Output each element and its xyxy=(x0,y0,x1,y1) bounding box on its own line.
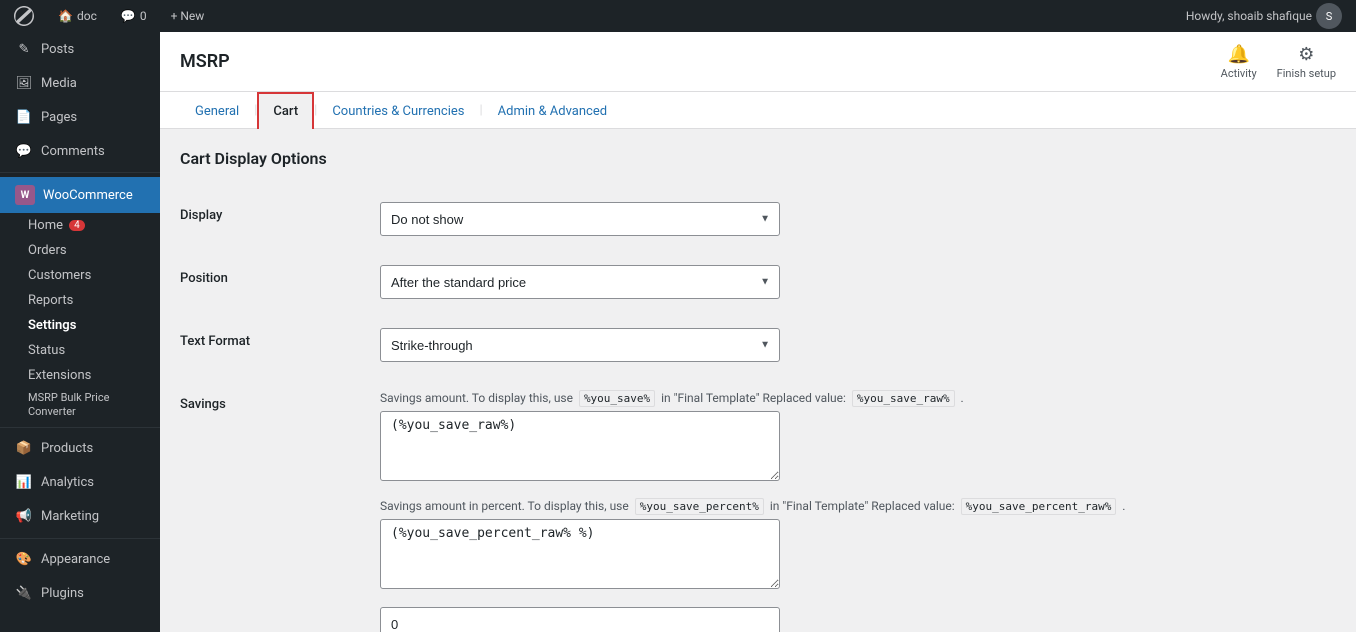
sidebar-divider-3 xyxy=(0,538,160,539)
display-field: Do not show Show Show if different ▼ xyxy=(380,202,1336,236)
position-select-wrapper: After the standard price Before the stan… xyxy=(380,265,780,299)
comments-icon: 💬 xyxy=(15,142,33,160)
text-format-select[interactable]: Strike-through Plain text Custom xyxy=(380,328,780,362)
tab-general[interactable]: General xyxy=(180,93,254,129)
display-select[interactable]: Do not show Show Show if different xyxy=(380,202,780,236)
page-title: MSRP xyxy=(180,51,230,72)
savings-textarea-2[interactable]: (%you_save_percent_raw% %) xyxy=(380,519,780,589)
appearance-icon: 🎨 xyxy=(15,551,33,569)
sidebar-item-media[interactable]: 🖼 Media xyxy=(0,66,160,100)
admin-bar-comments[interactable]: 💬 0 xyxy=(115,0,153,32)
sidebar-item-analytics[interactable]: 📊 Analytics xyxy=(0,466,160,500)
form-row-text-format: Text Format Strike-through Plain text Cu… xyxy=(180,314,1336,377)
form-row-position: Position After the standard price Before… xyxy=(180,251,1336,314)
products-icon: 📦 xyxy=(15,440,33,458)
admin-bar: 🏠 doc 💬 0 + New Howdy, shoaib shafique S xyxy=(0,0,1356,32)
media-icon: 🖼 xyxy=(15,74,33,92)
savings-code1: %you_save% xyxy=(579,390,655,407)
position-label: Position xyxy=(180,265,380,286)
sidebar-sub-msrp-bulk[interactable]: MSRP Bulk Price Converter xyxy=(0,388,160,423)
savings-rounding-input[interactable] xyxy=(380,607,780,632)
sidebar: ✎ Posts 🖼 Media 📄 Pages 💬 Comments W Woo… xyxy=(0,32,160,632)
admin-bar-site-name[interactable]: 🏠 doc xyxy=(52,0,103,32)
admin-bar-right: Howdy, shoaib shafique S xyxy=(1180,3,1348,29)
sidebar-item-pages[interactable]: 📄 Pages xyxy=(0,100,160,134)
content-area: MSRP 🔔 Activity ⚙ Finish setup General |… xyxy=(160,32,1356,632)
display-select-wrapper: Do not show Show Show if different ▼ xyxy=(380,202,780,236)
savings-block-1: Savings amount. To display this, use %yo… xyxy=(380,391,1336,485)
sidebar-item-marketing[interactable]: 📢 Marketing xyxy=(0,500,160,534)
sidebar-item-products[interactable]: 📦 Products xyxy=(0,432,160,466)
savings-field: Savings amount. To display this, use %yo… xyxy=(380,391,1336,632)
sidebar-divider-2 xyxy=(0,427,160,428)
sidebar-item-posts[interactable]: ✎ Posts xyxy=(0,32,160,66)
finish-setup-button[interactable]: ⚙ Finish setup xyxy=(1277,44,1336,80)
form-row-savings: Savings Savings amount. To display this,… xyxy=(180,377,1336,632)
sidebar-divider-1 xyxy=(0,172,160,173)
sidebar-sub-settings[interactable]: Settings xyxy=(0,313,160,338)
savings-textarea-1[interactable]: (%you_save_raw%) xyxy=(380,411,780,481)
form-row-display: Display Do not show Show Show if differe… xyxy=(180,188,1336,251)
savings-code2: %you_save_raw% xyxy=(852,390,955,407)
tab-admin-advanced[interactable]: Admin & Advanced xyxy=(483,93,622,129)
sidebar-sub-status[interactable]: Status xyxy=(0,338,160,363)
sidebar-item-comments[interactable]: 💬 Comments xyxy=(0,134,160,168)
sidebar-item-woocommerce[interactable]: W WooCommerce xyxy=(0,177,160,213)
activity-icon: 🔔 xyxy=(1227,44,1249,65)
admin-bar-new[interactable]: + New xyxy=(165,0,211,32)
text-format-label: Text Format xyxy=(180,328,380,349)
content-topbar: MSRP 🔔 Activity ⚙ Finish setup xyxy=(160,32,1356,92)
text-format-field: Strike-through Plain text Custom ▼ xyxy=(380,328,1336,362)
tab-countries-currencies[interactable]: Countries & Currencies xyxy=(317,93,479,129)
pages-icon: 📄 xyxy=(15,108,33,126)
savings-desc-2: Savings amount in percent. To display th… xyxy=(380,499,1336,513)
sidebar-sub-home[interactable]: Home 4 xyxy=(0,213,160,238)
topbar-actions: 🔔 Activity ⚙ Finish setup xyxy=(1221,44,1336,80)
activity-button[interactable]: 🔔 Activity xyxy=(1221,44,1257,80)
sidebar-sub-extensions[interactable]: Extensions xyxy=(0,363,160,388)
display-label: Display xyxy=(180,202,380,223)
admin-bar-wp-logo[interactable] xyxy=(8,0,40,32)
sidebar-sub-reports[interactable]: Reports xyxy=(0,288,160,313)
tabs-bar: General | Cart | Countries & Currencies … xyxy=(160,92,1356,129)
position-select[interactable]: After the standard price Before the stan… xyxy=(380,265,780,299)
position-field: After the standard price Before the stan… xyxy=(380,265,1336,299)
sidebar-sub-customers[interactable]: Customers xyxy=(0,263,160,288)
sidebar-item-plugins[interactable]: 🔌 Plugins xyxy=(0,577,160,611)
text-format-select-wrapper: Strike-through Plain text Custom ▼ xyxy=(380,328,780,362)
admin-bar-user-greeting[interactable]: Howdy, shoaib shafique S xyxy=(1180,3,1348,29)
savings-block-2: Savings amount in percent. To display th… xyxy=(380,499,1336,593)
section-title: Cart Display Options xyxy=(180,149,1336,168)
woocommerce-icon: W xyxy=(15,185,35,205)
finish-setup-icon: ⚙ xyxy=(1298,44,1314,65)
sidebar-sub-orders[interactable]: Orders xyxy=(0,238,160,263)
savings-desc-1: Savings amount. To display this, use %yo… xyxy=(380,391,1336,405)
savings-percent-code1: %you_save_percent% xyxy=(635,498,764,515)
plugins-icon: 🔌 xyxy=(15,585,33,603)
analytics-icon: 📊 xyxy=(15,474,33,492)
marketing-icon: 📢 xyxy=(15,508,33,526)
main-content: Cart Display Options Display Do not show… xyxy=(160,129,1356,632)
tab-cart[interactable]: Cart xyxy=(257,92,314,129)
sidebar-item-appearance[interactable]: 🎨 Appearance xyxy=(0,543,160,577)
savings-percent-code2: %you_save_percent_raw% xyxy=(961,498,1117,515)
posts-icon: ✎ xyxy=(15,40,33,58)
savings-block-3: Savings amount in percent - rounding pre… xyxy=(380,607,1336,632)
savings-label: Savings xyxy=(180,391,380,412)
